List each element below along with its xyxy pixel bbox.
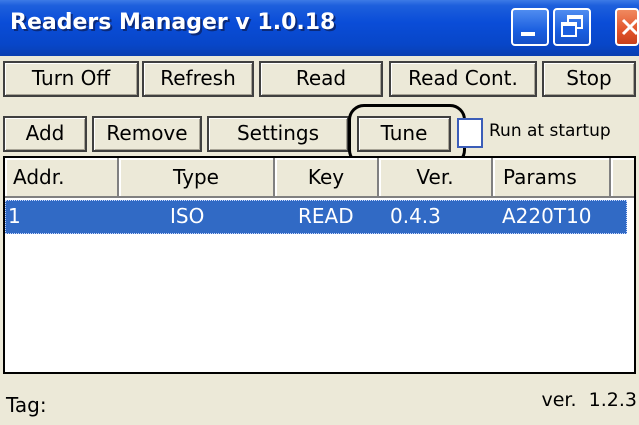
cell-key: READ xyxy=(298,204,354,228)
add-button[interactable]: Add xyxy=(3,116,87,152)
column-header-key[interactable]: Key xyxy=(275,158,379,198)
remove-button[interactable]: Remove xyxy=(92,116,202,152)
window-title: Readers Manager v 1.0.18 xyxy=(10,10,336,35)
title-bar[interactable]: Readers Manager v 1.0.18 xyxy=(0,0,639,56)
turn-off-button[interactable]: Turn Off xyxy=(3,61,139,97)
table-row[interactable]: 1 ISO READ 0.4.3 A220T10 xyxy=(5,200,627,234)
refresh-button[interactable]: Refresh xyxy=(142,61,254,97)
tag-label: Tag: xyxy=(6,393,47,417)
cell-ver: 0.4.3 xyxy=(390,204,441,228)
version-label: ver. xyxy=(541,389,577,411)
column-header-filler xyxy=(611,158,634,198)
restore-icon xyxy=(561,15,583,37)
stop-button[interactable]: Stop xyxy=(542,61,636,97)
cell-addr: 1 xyxy=(8,204,21,228)
run-at-startup-checkbox[interactable] xyxy=(457,118,483,148)
close-icon xyxy=(621,18,639,36)
tune-button[interactable]: Tune xyxy=(357,116,451,152)
column-header-ver[interactable]: Ver. xyxy=(379,158,493,198)
cell-type: ISO xyxy=(170,204,205,228)
settings-button[interactable]: Settings xyxy=(207,116,349,152)
readers-table[interactable]: Addr. Type Key Ver. Params 1 ISO READ 0.… xyxy=(3,156,636,374)
cell-params: A220T10 xyxy=(502,204,592,228)
run-at-startup-label[interactable]: Run at startup xyxy=(489,121,611,141)
column-header-params[interactable]: Params xyxy=(493,158,611,198)
minimize-button[interactable] xyxy=(511,8,549,46)
version-display: ver. 1.2.3 xyxy=(542,389,638,411)
version-value: 1.2.3 xyxy=(588,389,637,411)
read-continuous-button[interactable]: Read Cont. xyxy=(389,61,537,97)
column-header-addr[interactable]: Addr. xyxy=(5,158,119,198)
minimize-icon xyxy=(521,32,535,36)
restore-button[interactable] xyxy=(553,8,591,46)
readers-manager-window: Readers Manager v 1.0.18 Turn Off Refres… xyxy=(0,0,639,425)
close-button[interactable] xyxy=(615,8,639,46)
table-header: Addr. Type Key Ver. Params xyxy=(5,158,634,198)
column-header-type[interactable]: Type xyxy=(119,158,275,198)
read-button[interactable]: Read xyxy=(259,61,383,97)
